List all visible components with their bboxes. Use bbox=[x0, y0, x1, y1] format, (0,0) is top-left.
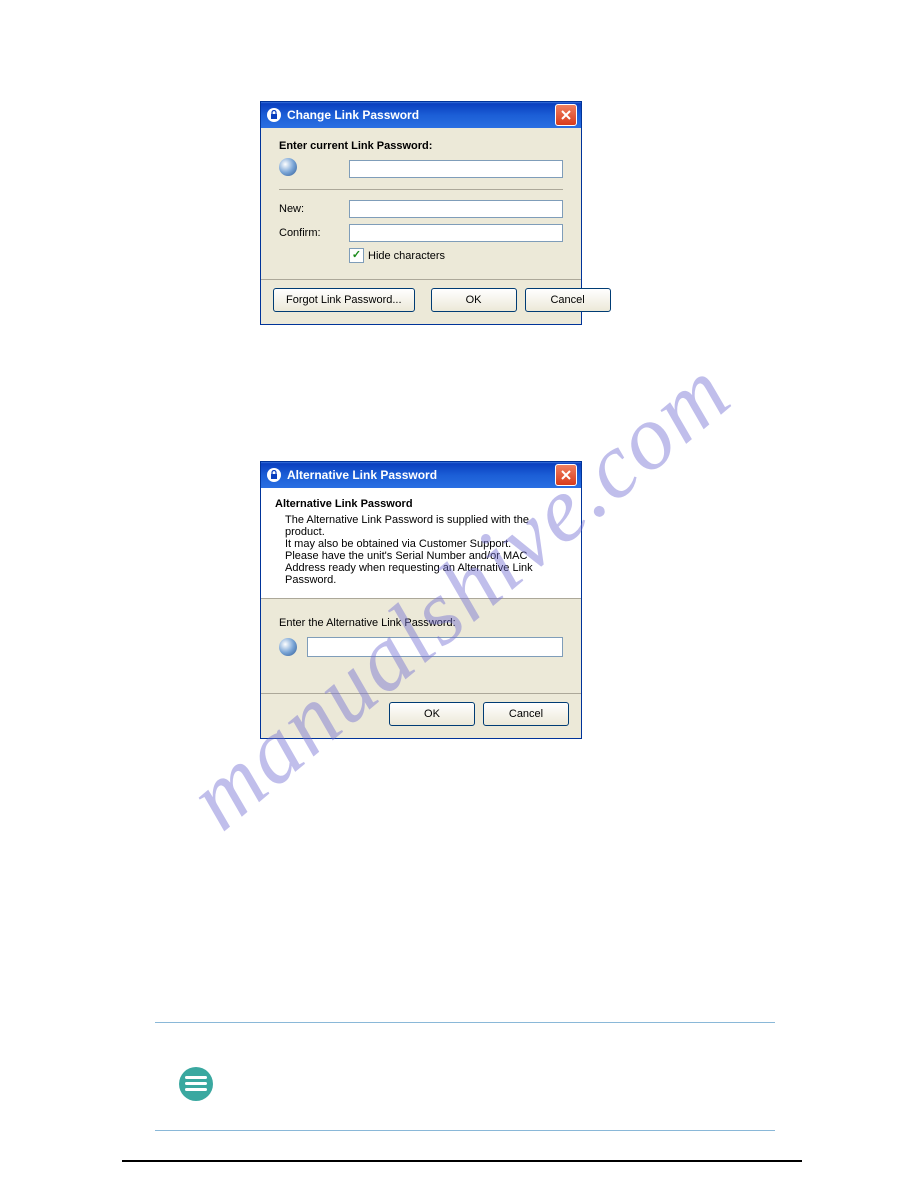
current-password-label: Enter current Link Password: bbox=[279, 140, 563, 152]
key-icon bbox=[279, 638, 297, 656]
dialog1-button-row: Forgot Link Password... OK Cancel bbox=[261, 279, 581, 324]
separator-line bbox=[155, 1022, 775, 1023]
change-link-password-dialog: Change Link Password Enter current Link … bbox=[260, 101, 582, 325]
forgot-password-button[interactable]: Forgot Link Password... bbox=[273, 288, 415, 312]
new-password-input[interactable] bbox=[349, 200, 563, 218]
info-block: Alternative Link Password The Alternativ… bbox=[261, 488, 581, 599]
dialog2-button-row: OK Cancel bbox=[261, 693, 581, 738]
lock-icon bbox=[267, 108, 281, 122]
confirm-password-input[interactable] bbox=[349, 224, 563, 242]
dialog1-titlebar: Change Link Password bbox=[261, 102, 581, 128]
lock-icon bbox=[267, 468, 281, 482]
info-line1: The Alternative Link Password is supplie… bbox=[285, 514, 567, 538]
alternative-password-input[interactable] bbox=[307, 637, 563, 657]
dialog2-title: Alternative Link Password bbox=[287, 468, 555, 482]
alternative-password-label: Enter the Alternative Link Password: bbox=[279, 617, 563, 629]
alternative-password-section: Enter the Alternative Link Password: bbox=[261, 599, 581, 687]
separator-line bbox=[155, 1130, 775, 1131]
key-icon bbox=[279, 158, 297, 176]
ok-button[interactable]: OK bbox=[389, 702, 475, 726]
confirm-label: Confirm: bbox=[279, 227, 349, 239]
hide-characters-label: Hide characters bbox=[368, 250, 445, 262]
divider bbox=[279, 189, 563, 190]
info-line2: It may also be obtained via Customer Sup… bbox=[285, 538, 567, 550]
close-button[interactable] bbox=[555, 104, 577, 126]
dialog2-titlebar: Alternative Link Password bbox=[261, 462, 581, 488]
current-password-input[interactable] bbox=[349, 160, 563, 178]
close-button[interactable] bbox=[555, 464, 577, 486]
info-heading: Alternative Link Password bbox=[275, 498, 567, 510]
dialog1-title: Change Link Password bbox=[287, 108, 555, 122]
cancel-button[interactable]: Cancel bbox=[483, 702, 569, 726]
note-icon bbox=[178, 1066, 214, 1102]
ok-button[interactable]: OK bbox=[431, 288, 517, 312]
page-footer-rule bbox=[122, 1160, 802, 1162]
alternative-link-password-dialog: Alternative Link Password Alternative Li… bbox=[260, 461, 582, 739]
hide-characters-checkbox[interactable] bbox=[349, 248, 364, 263]
new-label: New: bbox=[279, 203, 349, 215]
info-line3: Please have the unit's Serial Number and… bbox=[285, 550, 567, 586]
cancel-button[interactable]: Cancel bbox=[525, 288, 611, 312]
dialog1-body: Enter current Link Password: New: Confir… bbox=[261, 128, 581, 273]
